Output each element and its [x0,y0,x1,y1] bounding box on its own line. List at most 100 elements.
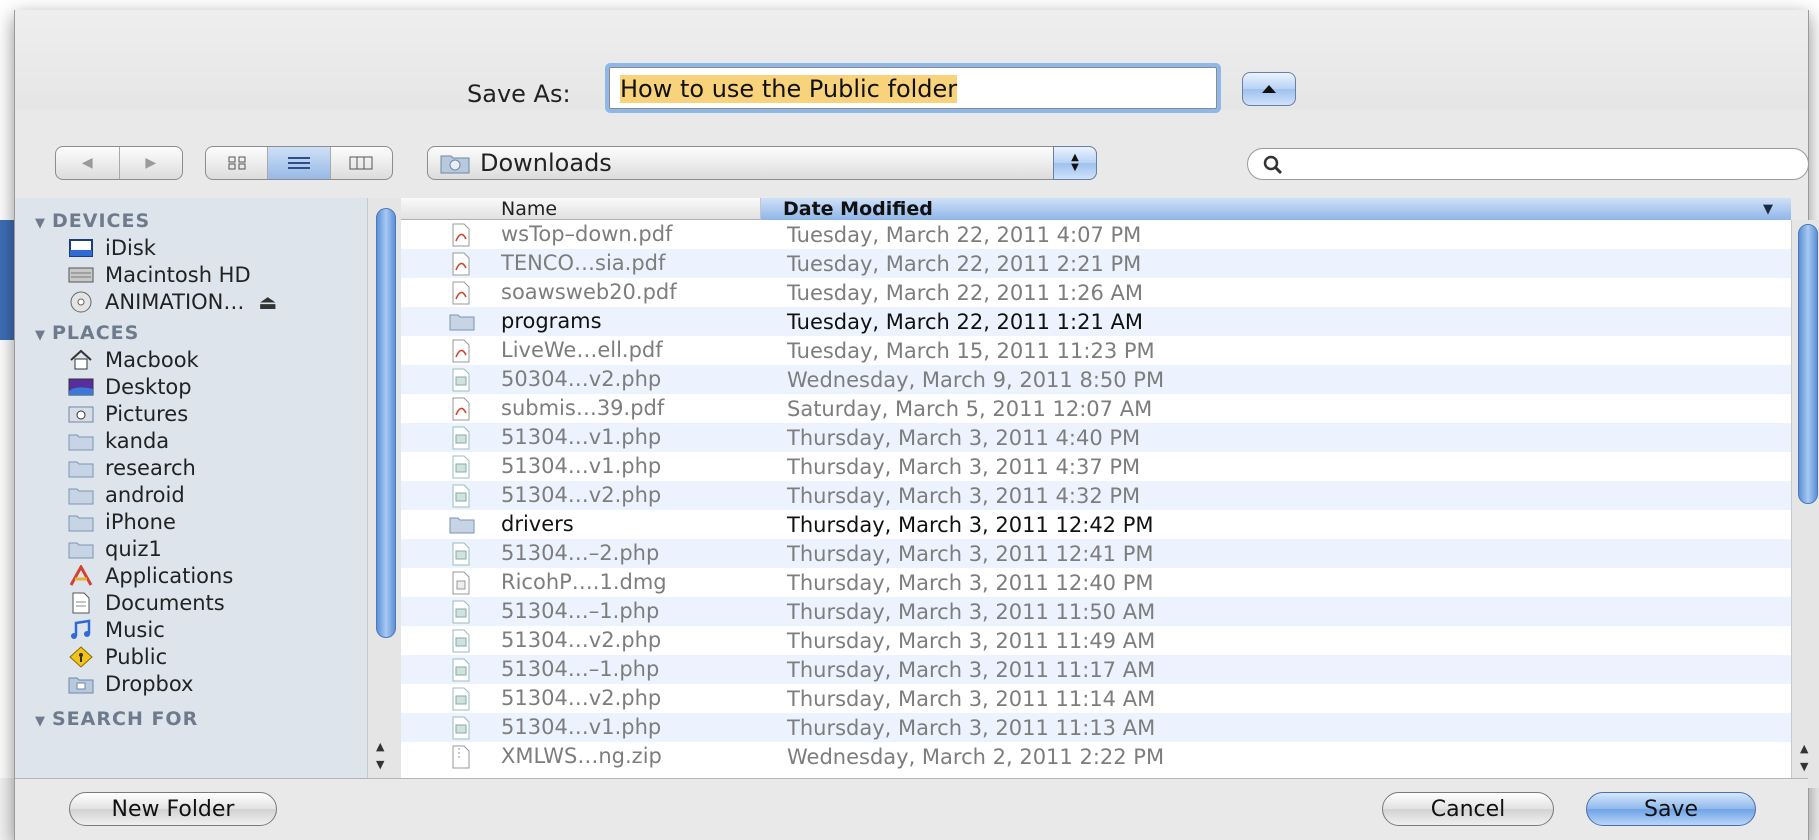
harddisk-icon [67,264,95,286]
file-row[interactable]: wsTop–down.pdf Tuesday, March 22, 2011 4:… [401,220,1791,249]
sidebar-item-kanda[interactable]: kanda [67,427,169,455]
dropbox-icon [67,673,95,695]
disclosure-triangle-icon: ▼ [35,714,46,729]
dmg-file-icon [449,571,473,595]
location-popup-arrows: ▲ ▼ [1053,146,1097,180]
file-date-modified: Thursday, March 3, 2011 12:41 PM [787,542,1154,566]
disclosure-up-icon [1262,85,1276,93]
file-row[interactable]: drivers Thursday, March 3, 2011 12:42 PM [401,510,1791,539]
location-popup[interactable]: Downloads ▲ ▼ [427,146,1097,180]
php-file-icon [449,426,473,450]
file-name: 51304…v1.php [501,454,662,478]
file-name: RicohP….1.dmg [501,570,667,594]
file-row[interactable]: 51304…–1.php Thursday, March 3, 2011 11:5… [401,597,1791,626]
file-date-modified: Saturday, March 5, 2011 12:07 AM [787,397,1153,421]
column-view-button[interactable] [329,147,392,179]
file-list-scroll-arrows[interactable]: ▲ ▼ [1800,740,1808,776]
file-row[interactable]: RicohP….1.dmg Thursday, March 3, 2011 12:… [401,568,1791,597]
search-icon [1263,155,1283,175]
disclosure-triangle-icon: ▼ [35,216,46,231]
sidebar-item-desktop[interactable]: Desktop [67,373,192,401]
sidebar-item-android[interactable]: android [67,481,185,509]
sidebar-item-animation[interactable]: ANIMATION… ⏏ [67,288,277,316]
file-date-modified: Wednesday, March 9, 2011 8:50 PM [787,368,1165,392]
sidebar-scroll-thumb[interactable] [376,208,396,638]
file-name: 51304…–1.php [501,657,660,681]
sidebar: ▼ DEVICES iDisk Macintosh HD ANIMATION… ⏏… [15,198,383,788]
file-row[interactable]: submis…39.pdf Saturday, March 5, 2011 12:… [401,394,1791,423]
file-row[interactable]: XMLWS…ng.zip Wednesday, March 2, 2011 2:2… [401,742,1791,771]
cancel-button[interactable]: Cancel [1382,792,1554,826]
file-row[interactable]: 51304…v1.php Thursday, March 3, 2011 11:1… [401,713,1791,742]
sidebar-item-macintosh-hd[interactable]: Macintosh HD [67,261,251,289]
file-list-scroll-thumb[interactable] [1798,224,1818,504]
music-icon [67,619,95,641]
file-row[interactable]: soawsweb20.pdf Tuesday, March 22, 2011 1:… [401,278,1791,307]
sidebar-item-pictures[interactable]: Pictures [67,400,188,428]
file-name: XMLWS…ng.zip [501,744,662,768]
sidebar-item-music[interactable]: Music [67,616,165,644]
file-row[interactable]: 51304…v2.php Thursday, March 3, 2011 11:1… [401,684,1791,713]
sidebar-item-documents[interactable]: Documents [67,589,225,617]
list-view-button[interactable] [267,147,330,179]
icon-view-button[interactable] [206,147,267,179]
file-row[interactable]: 51304…v1.php Thursday, March 3, 2011 4:40… [401,423,1791,452]
sidebar-item-dropbox[interactable]: Dropbox [67,670,193,698]
php-file-icon [449,629,473,653]
search-field[interactable] [1247,148,1809,180]
file-row[interactable]: 51304…v2.php Thursday, March 3, 2011 11:4… [401,626,1791,655]
sidebar-section-places[interactable]: ▼ PLACES [35,322,139,344]
sidebar-item-iphone[interactable]: iPhone [67,508,176,536]
file-row[interactable]: programs Tuesday, March 22, 2011 1:21 AM [401,307,1791,336]
php-file-icon [449,484,473,508]
sidebar-item-applications[interactable]: Applications [67,562,233,590]
sidebar-item-macbook[interactable]: Macbook [67,346,199,374]
new-folder-button[interactable]: New Folder [69,792,277,826]
file-row[interactable]: 51304…–2.php Thursday, March 3, 2011 12:4… [401,539,1791,568]
file-row[interactable]: 51304…–1.php Thursday, March 3, 2011 11:1… [401,655,1791,684]
expand-dialog-button[interactable] [1242,72,1296,106]
sidebar-scroll-arrows[interactable]: ▲ ▼ [376,738,384,774]
file-row[interactable]: 51304…v2.php Thursday, March 3, 2011 4:32… [401,481,1791,510]
sidebar-section-devices[interactable]: ▼ DEVICES [35,210,150,232]
sidebar-item-idisk[interactable]: iDisk [67,234,156,262]
applications-icon [67,565,95,587]
desktop-icon [67,376,95,398]
file-name: 51304…–1.php [501,599,660,623]
file-date-modified: Thursday, March 3, 2011 11:14 AM [787,687,1156,711]
file-date-modified: Thursday, March 3, 2011 12:42 PM [787,513,1154,537]
file-name: 50304…v2.php [501,367,662,391]
column-header-name[interactable]: Name [401,198,761,220]
file-row[interactable]: 51304…v1.php Thursday, March 3, 2011 4:37… [401,452,1791,481]
php-file-icon [449,687,473,711]
sort-descending-icon: ▼ [1763,202,1773,217]
column-header-date-modified[interactable]: Date Modified ▼ [761,198,1791,220]
sidebar-scrollbar[interactable]: ▲ ▼ [367,198,401,788]
sidebar-item-research[interactable]: research [67,454,196,482]
file-row[interactable]: LiveWe…ell.pdf Tuesday, March 15, 2011 11… [401,336,1791,365]
file-date-modified: Tuesday, March 22, 2011 1:26 AM [787,281,1143,305]
file-name: 51304…v2.php [501,628,662,652]
file-date-modified: Thursday, March 3, 2011 11:50 AM [787,600,1156,624]
pdf-file-icon [449,339,473,363]
php-file-icon [449,716,473,740]
sidebar-section-search-for[interactable]: ▼ SEARCH FOR [35,708,198,730]
file-row[interactable]: TENCO…sia.pdf Tuesday, March 22, 2011 2:2… [401,249,1791,278]
file-date-modified: Tuesday, March 22, 2011 4:07 PM [787,223,1142,247]
forward-button[interactable]: ▶ [118,147,183,179]
file-date-modified: Wednesday, March 2, 2011 2:22 PM [787,745,1165,769]
pdf-file-icon [449,252,473,276]
sidebar-item-public[interactable]: Public [67,643,167,671]
file-name: wsTop–down.pdf [501,222,673,246]
home-icon [67,349,95,371]
folder-file-icon [449,513,475,537]
eject-icon[interactable]: ⏏ [258,290,277,314]
file-date-modified: Thursday, March 3, 2011 11:13 AM [787,716,1156,740]
save-button[interactable]: Save [1586,792,1756,826]
file-row[interactable]: 50304…v2.php Wednesday, March 9, 2011 8:5… [401,365,1791,394]
file-list-scrollbar[interactable]: ▲ ▼ [1791,220,1819,788]
sidebar-item-quiz1[interactable]: quiz1 [67,535,162,563]
save-as-filename-field[interactable]: How to use the Public folder [609,67,1217,109]
downloads-folder-icon [440,155,470,174]
back-button[interactable]: ◀ [56,147,119,179]
